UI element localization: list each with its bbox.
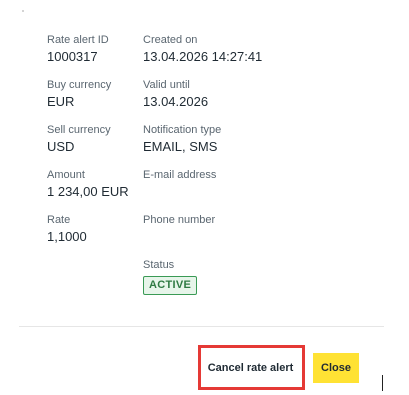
details-row: Sell currency USD Notification type EMAI… xyxy=(47,123,377,168)
close-button[interactable]: Close xyxy=(313,353,359,383)
details-row: Amount 1 234,00 EUR E-mail address xyxy=(47,168,377,213)
sell-currency-field: Sell currency USD xyxy=(47,123,143,168)
rate-alert-id-value: 1000317 xyxy=(47,49,98,64)
buy-currency-value: EUR xyxy=(47,94,75,109)
details-row: Buy currency EUR Valid until 13.04.2026 xyxy=(47,78,377,123)
buy-currency-field: Buy currency EUR xyxy=(47,78,143,123)
details-row: Status ACTIVE xyxy=(47,258,377,303)
text-cursor-icon xyxy=(382,375,383,391)
empty-cell xyxy=(47,258,143,303)
footer-divider xyxy=(19,326,384,327)
details-row: Rate alert ID 1000317 Created on 13.04.2… xyxy=(47,33,377,78)
status-badge: ACTIVE xyxy=(143,276,198,295)
rate-value: 1,1000 xyxy=(47,229,87,244)
phone-number-label: Phone number xyxy=(143,214,216,226)
cancel-rate-alert-button[interactable]: Cancel rate alert xyxy=(205,353,296,383)
status-field: Status ACTIVE xyxy=(143,258,363,303)
created-on-field: Created on 13.04.2026 14:27:41 xyxy=(143,33,363,78)
valid-until-value: 13.04.2026 xyxy=(143,94,209,109)
amount-field: Amount 1 234,00 EUR xyxy=(47,168,143,213)
status-label: Status xyxy=(143,259,175,271)
rate-field: Rate 1,1000 xyxy=(47,213,143,258)
email-address-label: E-mail address xyxy=(143,169,217,181)
notification-type-field: Notification type EMAIL, SMS xyxy=(143,123,363,168)
rate-label: Rate xyxy=(47,214,71,226)
phone-number-field: Phone number xyxy=(143,213,363,258)
rate-alert-id-label: Rate alert ID xyxy=(47,34,109,46)
notification-type-label: Notification type xyxy=(143,124,222,136)
buy-currency-label: Buy currency xyxy=(47,79,112,91)
email-address-field: E-mail address xyxy=(143,168,363,213)
rate-alert-id-field: Rate alert ID 1000317 xyxy=(47,33,143,78)
details-row: Rate 1,1000 Phone number xyxy=(47,213,377,258)
decorative-dot xyxy=(22,10,24,12)
sell-currency-label: Sell currency xyxy=(47,124,111,136)
amount-value: 1 234,00 EUR xyxy=(47,184,129,199)
sell-currency-value: USD xyxy=(47,139,75,154)
valid-until-label: Valid until xyxy=(143,79,190,91)
valid-until-field: Valid until 13.04.2026 xyxy=(143,78,363,123)
rate-alert-details: Rate alert ID 1000317 Created on 13.04.2… xyxy=(47,33,377,303)
notification-type-value: EMAIL, SMS xyxy=(143,139,218,154)
created-on-label: Created on xyxy=(143,34,198,46)
created-on-value: 13.04.2026 14:27:41 xyxy=(143,49,263,64)
amount-label: Amount xyxy=(47,169,85,181)
